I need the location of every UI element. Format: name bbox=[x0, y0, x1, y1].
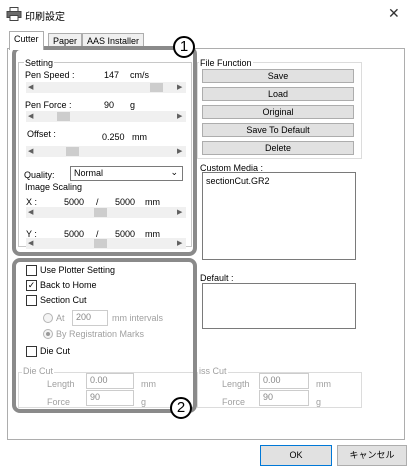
title-bar: 印刷設定 ✕ bbox=[0, 0, 413, 28]
kiss-cut-length-label: Length bbox=[222, 379, 250, 389]
cancel-button[interactable]: キャンセル bbox=[337, 445, 407, 466]
load-button[interactable]: Load bbox=[202, 87, 354, 101]
annotation-marker-2: 2 bbox=[170, 397, 192, 419]
file-function-label: File Function bbox=[199, 58, 253, 68]
tab-cutter[interactable]: Cutter bbox=[9, 31, 44, 50]
kiss-cut-group-label: iss Cut bbox=[198, 366, 228, 376]
close-icon[interactable]: ✕ bbox=[388, 5, 400, 22]
original-button[interactable]: Original bbox=[202, 105, 354, 119]
ok-button[interactable]: OK bbox=[260, 445, 332, 466]
annotation-box-2 bbox=[12, 258, 197, 413]
kiss-cut-force-unit: g bbox=[316, 397, 322, 407]
kiss-cut-force-label: Force bbox=[222, 397, 246, 407]
kiss-cut-length-input[interactable]: 0.00 bbox=[259, 373, 309, 389]
annotation-marker-1: 1 bbox=[173, 36, 195, 58]
default-list[interactable] bbox=[202, 283, 356, 329]
window-title: 印刷設定 bbox=[25, 12, 65, 23]
delete-button[interactable]: Delete bbox=[202, 141, 354, 155]
custom-media-list[interactable]: sectionCut.GR2 bbox=[202, 172, 356, 260]
kiss-cut-length-unit: mm bbox=[316, 379, 331, 389]
list-item[interactable]: sectionCut.GR2 bbox=[206, 176, 270, 186]
kiss-cut-force-input[interactable]: 90 bbox=[259, 390, 309, 406]
save-button[interactable]: Save bbox=[202, 69, 354, 83]
default-label: Default : bbox=[200, 273, 234, 283]
annotation-box-1 bbox=[12, 46, 197, 256]
printer-icon bbox=[6, 7, 22, 21]
save-to-default-button[interactable]: Save To Default bbox=[202, 123, 354, 137]
